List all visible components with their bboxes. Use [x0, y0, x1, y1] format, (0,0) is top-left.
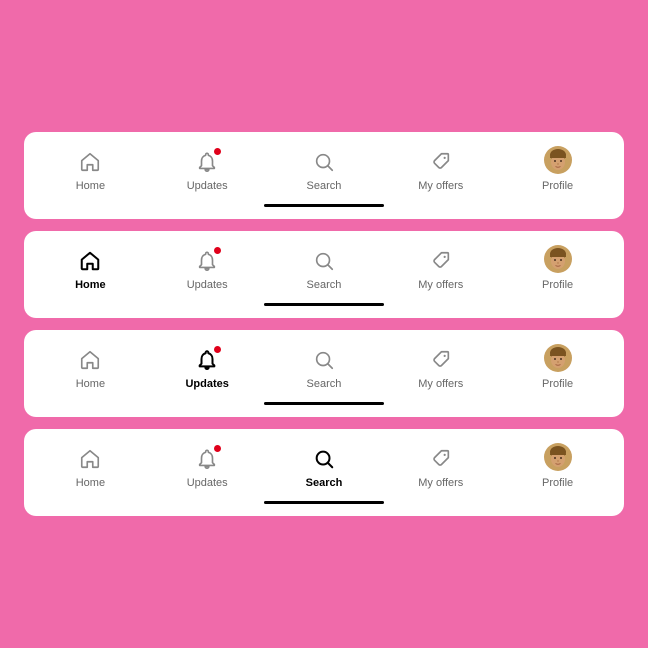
nav-item-profile[interactable]: Profile: [526, 148, 590, 192]
profile-icon-wrap: [544, 247, 572, 275]
nav-card-updates-active: Home Updates Search My offers Profile: [24, 330, 624, 417]
updates-icon-wrap: [193, 247, 221, 275]
updates-label: Updates: [187, 180, 228, 192]
search-label: Search: [307, 279, 342, 291]
avatar: [544, 344, 572, 377]
home-indicator: [264, 402, 384, 405]
nav-bar-updates-active: Home Updates Search My offers Profile: [32, 346, 616, 398]
nav-item-updates[interactable]: Updates: [175, 346, 239, 390]
nav-item-myoffers[interactable]: My offers: [409, 445, 473, 489]
profile-icon-wrap: [544, 445, 572, 473]
home-icon-wrap: [76, 247, 104, 275]
home-label: Home: [76, 477, 105, 489]
nav-item-search[interactable]: Search: [292, 247, 356, 291]
myoffers-icon-wrap: [427, 346, 455, 374]
nav-item-home[interactable]: Home: [58, 148, 122, 192]
home-indicator: [264, 501, 384, 504]
search-label: Search: [306, 477, 343, 489]
home-icon-wrap: [76, 148, 104, 176]
updates-icon-wrap: [193, 445, 221, 473]
nav-item-search[interactable]: Search: [292, 346, 356, 390]
updates-label: Updates: [185, 378, 228, 390]
nav-item-profile[interactable]: Profile: [526, 346, 590, 390]
profile-icon-wrap: [544, 346, 572, 374]
notification-badge: [214, 445, 221, 452]
nav-card-home-active: Home Updates Search My offers Profile: [24, 231, 624, 318]
myoffers-icon-wrap: [427, 148, 455, 176]
avatar: [544, 146, 572, 179]
nav-bar-home-active: Home Updates Search My offers Profile: [32, 247, 616, 299]
myoffers-icon-wrap: [427, 247, 455, 275]
home-label: Home: [75, 279, 106, 291]
avatar: [544, 245, 572, 278]
nav-item-myoffers[interactable]: My offers: [409, 346, 473, 390]
home-icon-wrap: [76, 445, 104, 473]
home-indicator: [264, 204, 384, 207]
home-label: Home: [76, 378, 105, 390]
nav-item-myoffers[interactable]: My offers: [409, 247, 473, 291]
notification-badge: [214, 346, 221, 353]
nav-item-updates[interactable]: Updates: [175, 247, 239, 291]
search-label: Search: [307, 378, 342, 390]
myoffers-label: My offers: [418, 378, 463, 390]
search-icon-wrap: [310, 148, 338, 176]
avatar: [544, 443, 572, 476]
search-icon-wrap: [310, 247, 338, 275]
home-indicator: [264, 303, 384, 306]
nav-item-updates[interactable]: Updates: [175, 148, 239, 192]
home-label: Home: [76, 180, 105, 192]
nav-card-default: Home Updates Search My offers Profile: [24, 132, 624, 219]
myoffers-icon-wrap: [427, 445, 455, 473]
nav-item-home[interactable]: Home: [58, 445, 122, 489]
nav-card-search-active: Home Updates Search My offers Profile: [24, 429, 624, 516]
search-icon-wrap: [310, 445, 338, 473]
notification-badge: [214, 247, 221, 254]
nav-item-search[interactable]: Search: [292, 148, 356, 192]
nav-item-home[interactable]: Home: [58, 346, 122, 390]
myoffers-label: My offers: [418, 477, 463, 489]
search-icon-wrap: [310, 346, 338, 374]
nav-item-home[interactable]: Home: [58, 247, 122, 291]
nav-item-profile[interactable]: Profile: [526, 247, 590, 291]
nav-item-profile[interactable]: Profile: [526, 445, 590, 489]
myoffers-label: My offers: [418, 279, 463, 291]
nav-item-updates[interactable]: Updates: [175, 445, 239, 489]
profile-label: Profile: [542, 477, 573, 489]
nav-item-myoffers[interactable]: My offers: [409, 148, 473, 192]
home-icon-wrap: [76, 346, 104, 374]
updates-label: Updates: [187, 477, 228, 489]
nav-bar-default: Home Updates Search My offers Profile: [32, 148, 616, 200]
updates-icon-wrap: [193, 346, 221, 374]
profile-label: Profile: [542, 279, 573, 291]
profile-icon-wrap: [544, 148, 572, 176]
profile-label: Profile: [542, 378, 573, 390]
outer-container: Home Updates Search My offers Profile Ho…: [0, 0, 648, 648]
myoffers-label: My offers: [418, 180, 463, 192]
profile-label: Profile: [542, 180, 573, 192]
notification-badge: [214, 148, 221, 155]
updates-label: Updates: [187, 279, 228, 291]
search-label: Search: [307, 180, 342, 192]
updates-icon-wrap: [193, 148, 221, 176]
nav-bar-search-active: Home Updates Search My offers Profile: [32, 445, 616, 497]
nav-item-search[interactable]: Search: [292, 445, 356, 489]
